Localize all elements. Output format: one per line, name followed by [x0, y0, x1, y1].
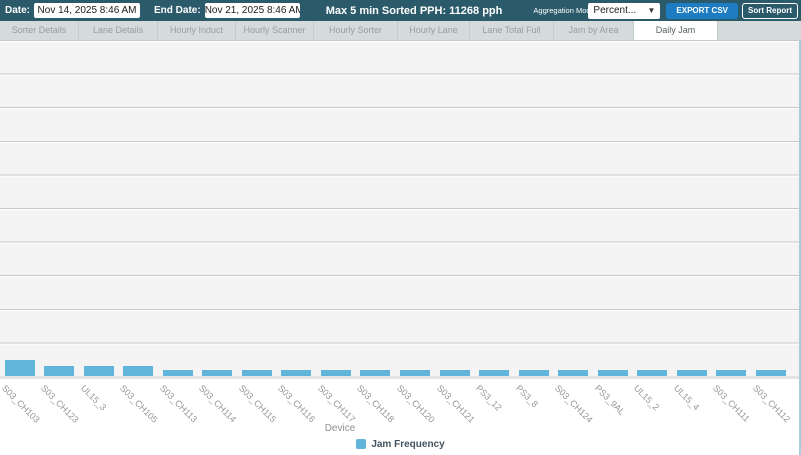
x-axis-label: S03_CH118	[355, 383, 397, 425]
tab-bar: Sorter Details Lane Details Hourly Induct H…	[0, 21, 801, 40]
x-axis-label: S03_CH115	[236, 383, 279, 425]
end-date-input[interactable]	[204, 3, 300, 18]
x-axis-label: S03_CH112	[750, 383, 793, 425]
aggregation-mode-label: Aggregation Mode:	[533, 5, 597, 15]
bar-PS3_12[interactable]	[479, 370, 510, 376]
x-axis-label: PS3_12	[474, 383, 504, 413]
x-axis-label: S03_CH103	[0, 383, 42, 425]
tab-daily-jam-frequency[interactable]: Daily Jam Frequency	[634, 21, 718, 40]
x-axis-label: S03_CH105	[118, 383, 160, 425]
bar-S03_CH103[interactable]	[4, 359, 35, 376]
sort-report-button[interactable]: Sort Report	[742, 2, 798, 19]
x-axis-label: S03_CH121	[434, 383, 477, 425]
legend-item-jam-frequency[interactable]: Jam Frequency	[0, 436, 801, 452]
bar-S03_CH114[interactable]	[202, 370, 233, 376]
x-axis-labels: S03_CH103 S03_CH123 UL15_3 S03_CH105 S03_CH1…	[0, 379, 799, 425]
tab-lane-total-full[interactable]: Lane Total Full	[470, 21, 554, 40]
tab-hourly-scanner[interactable]: Hourly Scanner	[236, 21, 314, 40]
tab-hourly-sorter-details[interactable]: Hourly Sorter Details	[314, 21, 398, 40]
x-axis-label: S03_CH111	[711, 383, 753, 424]
bar-S03_CH117[interactable]	[320, 370, 351, 376]
bar-S03_CH113[interactable]	[162, 370, 193, 376]
bar-S03_CH111[interactable]	[716, 370, 747, 376]
x-axis-label: UL15_2	[632, 383, 662, 413]
bar-S03_CH105[interactable]	[123, 365, 154, 376]
daily-jam-frequency-chart: S03_CH103 S03_CH123 UL15_3 S03_CH105 S03_CH1…	[0, 40, 801, 455]
x-axis-label: UL15_4	[671, 383, 702, 413]
export-csv-button[interactable]: EXPORT CSV	[666, 2, 738, 19]
legend-swatch-icon	[356, 439, 367, 449]
x-axis-label: S03_CH114	[197, 383, 239, 425]
legend-label: Jam Frequency	[371, 438, 445, 450]
bar-S03_CH123[interactable]	[44, 365, 75, 376]
tab-hourly-induct[interactable]: Hourly Induct	[158, 21, 236, 40]
tab-hourly-lane[interactable]: Hourly Lane	[398, 21, 470, 40]
bar-S03_CH124[interactable]	[558, 370, 589, 376]
start-date-input[interactable]	[34, 3, 141, 18]
x-axis-label: S03_CH120	[394, 383, 437, 425]
bar-UL15_4[interactable]	[676, 370, 707, 376]
start-date-label: Date:	[5, 5, 31, 16]
bar-UL15_2[interactable]	[637, 370, 668, 376]
x-axis-label: S03_CH124	[553, 383, 595, 425]
max-sorted-pph-text: Max 5 min Sorted PPH: 11268 pph	[325, 4, 503, 17]
end-date-label: End Date:	[154, 5, 201, 16]
bar-PS3_8[interactable]	[518, 370, 549, 376]
tab-lane-details[interactable]: Lane Details	[79, 21, 158, 40]
bar-S03_CH112[interactable]	[755, 370, 786, 376]
bar-S03_CH116[interactable]	[281, 370, 312, 376]
aggregation-mode-select[interactable]: Percent... ▼	[588, 2, 661, 19]
x-axis-title: Device	[324, 423, 356, 434]
bar-S03_CH121[interactable]	[439, 370, 470, 376]
bar-S03_CH120[interactable]	[400, 370, 430, 376]
x-axis-label: S03_CH117	[315, 383, 358, 425]
x-axis-label: S03_CH113	[157, 383, 199, 425]
chevron-down-icon: ▼	[647, 6, 656, 15]
tab-jam-by-area[interactable]: Jam by Area	[554, 21, 634, 40]
x-axis-label: S03_CH123	[38, 383, 81, 425]
x-axis-label: PS3_9AL	[592, 383, 627, 417]
x-axis-label: PS3_8	[513, 383, 540, 410]
tab-sorter-details[interactable]: Sorter Details	[0, 21, 79, 40]
bar-S03_CH115[interactable]	[241, 370, 272, 376]
x-axis-label: UL15_3	[78, 383, 108, 413]
x-axis-label: S03_CH116	[276, 383, 318, 425]
aggregation-mode-value: Percent...	[593, 5, 637, 16]
bar-PS3_9AL[interactable]	[597, 370, 628, 376]
header-bar: Date: End Date: Max 5 min Sorted PPH: 11…	[0, 0, 801, 21]
bar-S03_CH118[interactable]	[360, 370, 391, 376]
bar-UL15_3[interactable]	[83, 365, 114, 376]
chart-plot-area	[0, 40, 799, 376]
